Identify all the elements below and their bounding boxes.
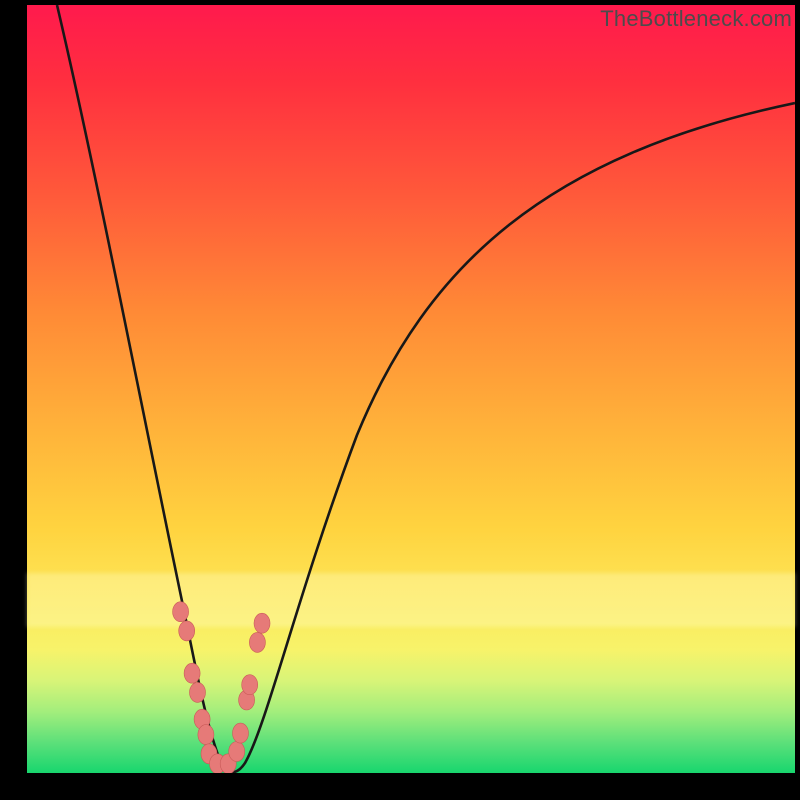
- data-marker: [229, 742, 245, 762]
- plot-area: [27, 5, 795, 773]
- data-marker: [184, 663, 200, 683]
- watermark-text: TheBottleneck.com: [600, 6, 792, 32]
- data-marker: [198, 725, 214, 745]
- data-marker: [254, 613, 270, 633]
- chart-frame: TheBottleneck.com: [0, 0, 800, 800]
- data-marker: [249, 632, 265, 652]
- data-marker: [233, 723, 249, 743]
- data-marker: [179, 621, 195, 641]
- data-marker: [190, 682, 206, 702]
- data-marker: [173, 602, 189, 622]
- bottleneck-curve: [57, 5, 795, 772]
- curve-layer: [27, 5, 795, 773]
- data-marker: [242, 675, 258, 695]
- marker-group: [173, 602, 270, 773]
